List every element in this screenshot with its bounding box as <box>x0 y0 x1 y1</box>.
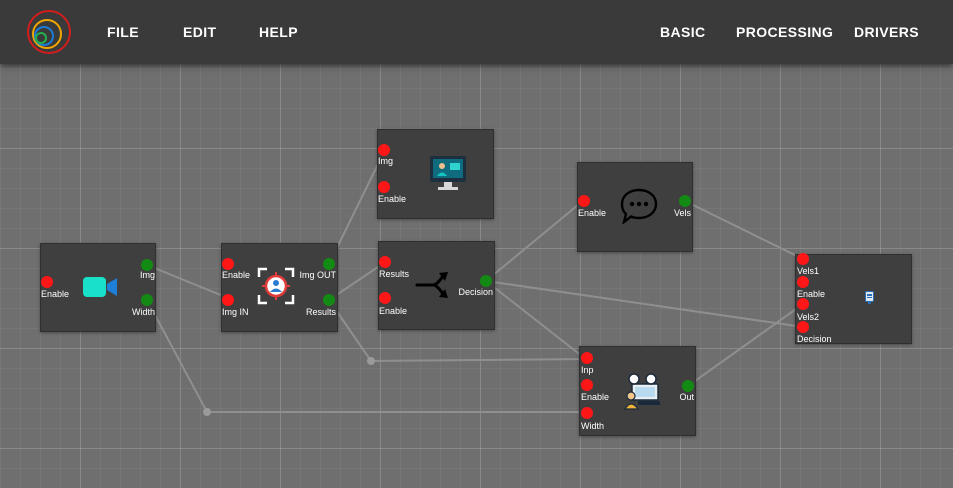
wire[interactable] <box>485 280 804 328</box>
port-label: Results <box>379 269 410 279</box>
port-img-in[interactable] <box>222 294 234 306</box>
video-camera-icon <box>83 277 117 297</box>
port-enable-in[interactable] <box>581 379 593 391</box>
robot-controller-icon <box>624 373 660 410</box>
port-label: Width <box>581 421 605 431</box>
port-enable-in[interactable] <box>378 181 390 193</box>
menu-processing[interactable]: PROCESSING <box>736 24 833 40</box>
wire[interactable] <box>687 303 804 387</box>
port-results-out[interactable] <box>323 294 335 306</box>
port-label: Decision <box>458 287 493 297</box>
device-driver-icon <box>865 291 874 304</box>
port-inp-in[interactable] <box>581 352 593 364</box>
port-label: Enable <box>222 270 251 280</box>
face-detection-icon <box>257 267 295 305</box>
reroute-point[interactable] <box>367 357 375 365</box>
fork-arrow-icon <box>415 272 448 298</box>
port-enable-in[interactable] <box>41 276 53 288</box>
port-label: Inp <box>581 365 594 375</box>
port-label: Enable <box>378 194 407 204</box>
port-label: Img OUT <box>299 270 336 280</box>
port-label: Img IN <box>222 307 249 317</box>
port-label: Vels <box>673 208 691 218</box>
port-label: Enable <box>581 392 610 402</box>
port-vels2-in[interactable] <box>797 298 809 310</box>
port-decision-out[interactable] <box>480 275 492 287</box>
app-logo-icon[interactable] <box>26 9 72 55</box>
wire[interactable] <box>146 264 229 299</box>
menu-edit[interactable]: EDIT <box>183 24 217 40</box>
port-vels-out[interactable] <box>679 195 691 207</box>
port-label: Img <box>139 270 155 280</box>
port-label: Enable <box>379 306 408 316</box>
port-label: Results <box>305 307 336 317</box>
speech-bubble-icon <box>620 188 658 224</box>
port-vels1-in[interactable] <box>797 253 809 265</box>
monitor-display-icon <box>430 156 466 190</box>
port-enable-in[interactable] <box>222 258 234 270</box>
reroute-point[interactable] <box>203 408 211 416</box>
port-enable-in[interactable] <box>578 195 590 207</box>
port-img-out[interactable] <box>323 258 335 270</box>
port-enable-in[interactable] <box>379 292 391 304</box>
top-menu-bar: FILE EDIT HELP BASIC PROCESSING DRIVERS <box>0 0 953 64</box>
port-out-out[interactable] <box>682 380 694 392</box>
wire[interactable] <box>485 199 585 282</box>
menu-drivers[interactable]: DRIVERS <box>854 24 919 40</box>
port-label: Enable <box>41 289 70 299</box>
port-label: Vels1 <box>797 266 820 276</box>
port-width-out[interactable] <box>141 294 153 306</box>
port-width-in[interactable] <box>581 407 593 419</box>
port-img-in[interactable] <box>378 144 390 156</box>
port-label: Width <box>131 307 155 317</box>
port-enable-in[interactable] <box>797 276 809 288</box>
menu-file[interactable]: FILE <box>107 24 139 40</box>
port-decision-in[interactable] <box>797 321 809 333</box>
port-label: Decision <box>797 334 832 344</box>
port-results-in[interactable] <box>379 256 391 268</box>
wire[interactable] <box>684 200 804 260</box>
port-label: Enable <box>578 208 607 218</box>
port-label: Out <box>679 392 694 402</box>
menu-basic[interactable]: BASIC <box>660 24 706 40</box>
menu-help[interactable]: HELP <box>259 24 298 40</box>
port-label: Img <box>378 156 394 166</box>
